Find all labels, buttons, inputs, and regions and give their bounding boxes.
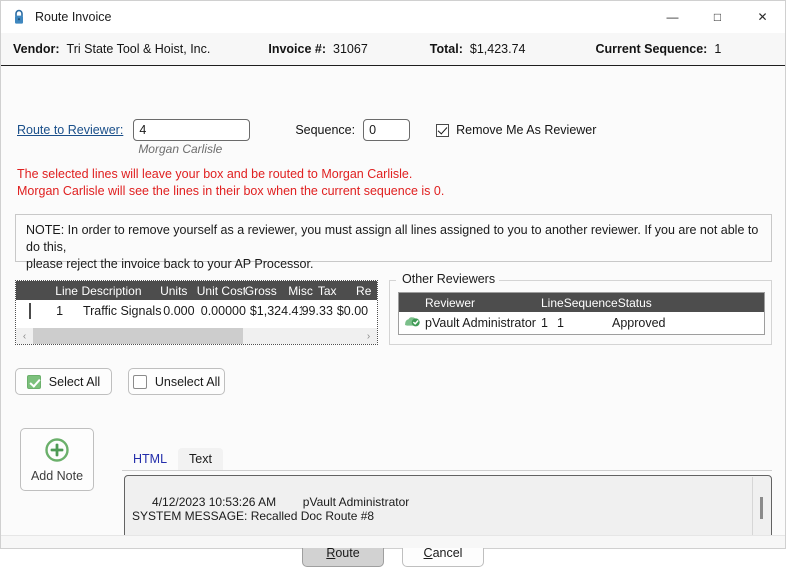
cell-sequence: 1 bbox=[557, 316, 564, 330]
col-header-misc: Misc bbox=[288, 283, 313, 298]
reviewer-input[interactable] bbox=[133, 119, 251, 141]
reviewer-name-hint: Morgan Carlisle bbox=[138, 142, 223, 156]
unselect-all-checkbox-icon bbox=[132, 374, 147, 389]
cell-unit-cost: 0.00000 bbox=[200, 304, 246, 318]
sequence-input[interactable] bbox=[363, 119, 411, 141]
route-to-reviewer-row: Route to Reviewer: Morgan Carlisle Seque… bbox=[17, 119, 596, 156]
cell-line: 1 bbox=[56, 304, 64, 318]
window-controls: — □ ✕ bbox=[650, 1, 785, 33]
cell-status: Approved bbox=[612, 316, 666, 330]
padlock-icon bbox=[11, 9, 27, 25]
other-reviewers-grid-header: Reviewer Line Sequence Status bbox=[399, 293, 764, 312]
routing-warning-line-2: Morgan Carlisle will see the lines in th… bbox=[17, 184, 445, 198]
instruction-note-line-2: please reject the invoice back to your A… bbox=[26, 257, 314, 271]
unselect-all-label: Unselect All bbox=[154, 374, 221, 389]
cell-units: 0.000 bbox=[163, 304, 195, 318]
cell-reviewer: pVault Administrator bbox=[425, 316, 536, 330]
col-header-gross: Gross bbox=[244, 283, 277, 298]
cancel-button-mnemonic: C bbox=[423, 546, 433, 560]
route-button-mnemonic: R bbox=[326, 546, 336, 560]
reviewer-field-wrap: Morgan Carlisle bbox=[133, 119, 251, 156]
remove-me-as-reviewer-label: Remove Me As Reviewer bbox=[456, 123, 597, 137]
routing-warning-line-1: The selected lines will leave your box a… bbox=[17, 167, 413, 181]
instruction-note-line-1: NOTE: In order to remove yourself as a r… bbox=[26, 223, 759, 254]
scrollbar-track[interactable] bbox=[33, 328, 360, 344]
col-header-reviewer: Reviewer bbox=[425, 295, 476, 310]
close-button[interactable]: ✕ bbox=[740, 1, 785, 33]
vendor-label: Vendor: bbox=[13, 42, 60, 56]
col-header-line: Line bbox=[541, 295, 564, 310]
notes-vertical-scrollbar[interactable] bbox=[752, 477, 770, 542]
checkbox-box bbox=[436, 123, 450, 137]
dialog-body: Route to Reviewer: Morgan Carlisle Seque… bbox=[1, 66, 785, 567]
select-all-label: Select All bbox=[48, 374, 101, 389]
vendor-value: Tri State Tool & Hoist, Inc. bbox=[66, 42, 211, 56]
title-bar: Route Invoice — □ ✕ bbox=[1, 1, 785, 33]
remove-me-as-reviewer-checkbox[interactable]: Remove Me As Reviewer bbox=[436, 123, 596, 137]
cell-gross: $1,324.41 bbox=[249, 304, 302, 318]
total-info: Total: $1,423.74 bbox=[430, 42, 526, 56]
col-header-status: Status bbox=[617, 295, 652, 310]
row-select-checkbox[interactable] bbox=[29, 303, 31, 319]
current-sequence-value: 1 bbox=[714, 42, 722, 56]
table-row[interactable]: 1 Traffic Signals 0.000 0.00000 $1,324.4… bbox=[16, 300, 377, 322]
add-note-label: Add Note bbox=[30, 468, 84, 483]
col-header-unit-cost: Unit Cost bbox=[196, 283, 245, 298]
routing-warning-text: The selected lines will leave your box a… bbox=[17, 166, 444, 200]
current-sequence-label: Current Sequence: bbox=[595, 42, 708, 56]
minimize-button[interactable]: — bbox=[650, 1, 695, 33]
select-all-checkbox-icon bbox=[26, 374, 41, 389]
invoice-number-value: 31067 bbox=[333, 42, 368, 56]
invoice-info-bar: Vendor: Tri State Tool & Hoist, Inc. Inv… bbox=[1, 33, 785, 66]
cancel-button-label: ancel bbox=[432, 546, 463, 560]
total-value: $1,423.74 bbox=[469, 42, 526, 56]
bottom-strip bbox=[1, 535, 785, 548]
other-reviewers-group: Other Reviewers Reviewer Line Sequence S… bbox=[389, 272, 772, 345]
total-label: Total: bbox=[429, 42, 463, 56]
sequence-label: Sequence: bbox=[295, 123, 356, 137]
scroll-left-icon[interactable]: ‹ bbox=[16, 328, 33, 344]
col-header-tax: Tax bbox=[317, 283, 337, 298]
col-header-line: Line bbox=[55, 283, 78, 298]
window-title: Route Invoice bbox=[35, 10, 112, 24]
cell-tax: $0.00 bbox=[336, 304, 369, 318]
col-header-units: Units bbox=[160, 283, 188, 298]
lines-grid-horizontal-scrollbar[interactable]: ‹ › bbox=[16, 328, 377, 344]
cell-description: Traffic Signals bbox=[82, 304, 162, 318]
add-note-button[interactable]: Add Note bbox=[20, 428, 94, 491]
vendor-info: Vendor: Tri State Tool & Hoist, Inc. bbox=[13, 42, 210, 56]
other-reviewers-grid[interactable]: Reviewer Line Sequence Status pVault Adm… bbox=[398, 292, 765, 335]
table-row[interactable]: pVault Administrator 1 1 Approved bbox=[399, 312, 764, 334]
unselect-all-button[interactable]: Unselect All bbox=[128, 368, 225, 395]
col-header-description: Description bbox=[81, 283, 142, 298]
approved-reviewer-icon bbox=[399, 315, 425, 332]
scrollbar-thumb[interactable] bbox=[33, 328, 243, 344]
plus-circle-icon bbox=[44, 437, 70, 466]
select-all-button[interactable]: Select All bbox=[15, 368, 112, 395]
instruction-note-box: NOTE: In order to remove yourself as a r… bbox=[15, 214, 772, 271]
notes-content: 4/12/2023 10:53:26 AM pVault Administrat… bbox=[132, 494, 410, 524]
selection-buttons: Select All Unselect All bbox=[15, 368, 225, 395]
scrollbar-thumb[interactable] bbox=[760, 497, 763, 519]
maximize-button[interactable]: □ bbox=[695, 1, 740, 33]
invoice-number-label: Invoice #: bbox=[268, 42, 327, 56]
route-to-reviewer-link[interactable]: Route to Reviewer: bbox=[17, 123, 123, 137]
invoice-lines-grid-header: Line Description Units Unit Cost Gross M… bbox=[16, 281, 377, 300]
notes-tabs: HTML Text bbox=[122, 448, 772, 471]
notes-textarea[interactable]: 4/12/2023 10:53:26 AM pVault Administrat… bbox=[124, 475, 772, 543]
other-reviewers-title: Other Reviewers bbox=[398, 272, 500, 286]
cell-line: 1 bbox=[541, 316, 548, 330]
scroll-right-icon[interactable]: › bbox=[360, 328, 377, 344]
invoice-number-info: Invoice #: 31067 bbox=[268, 42, 367, 56]
col-header-sequence: Sequence bbox=[563, 295, 618, 310]
current-sequence-info: Current Sequence: 1 bbox=[596, 42, 722, 56]
cell-misc: 99.33 bbox=[301, 304, 333, 318]
tab-text[interactable]: Text bbox=[178, 448, 223, 470]
route-invoice-window: Route Invoice — □ ✕ Vendor: Tri State To… bbox=[0, 0, 786, 567]
tab-html[interactable]: HTML bbox=[122, 448, 178, 470]
invoice-lines-grid[interactable]: Line Description Units Unit Cost Gross M… bbox=[15, 280, 378, 345]
route-button-label: oute bbox=[335, 546, 360, 560]
col-header-remaining: Re bbox=[356, 283, 372, 298]
